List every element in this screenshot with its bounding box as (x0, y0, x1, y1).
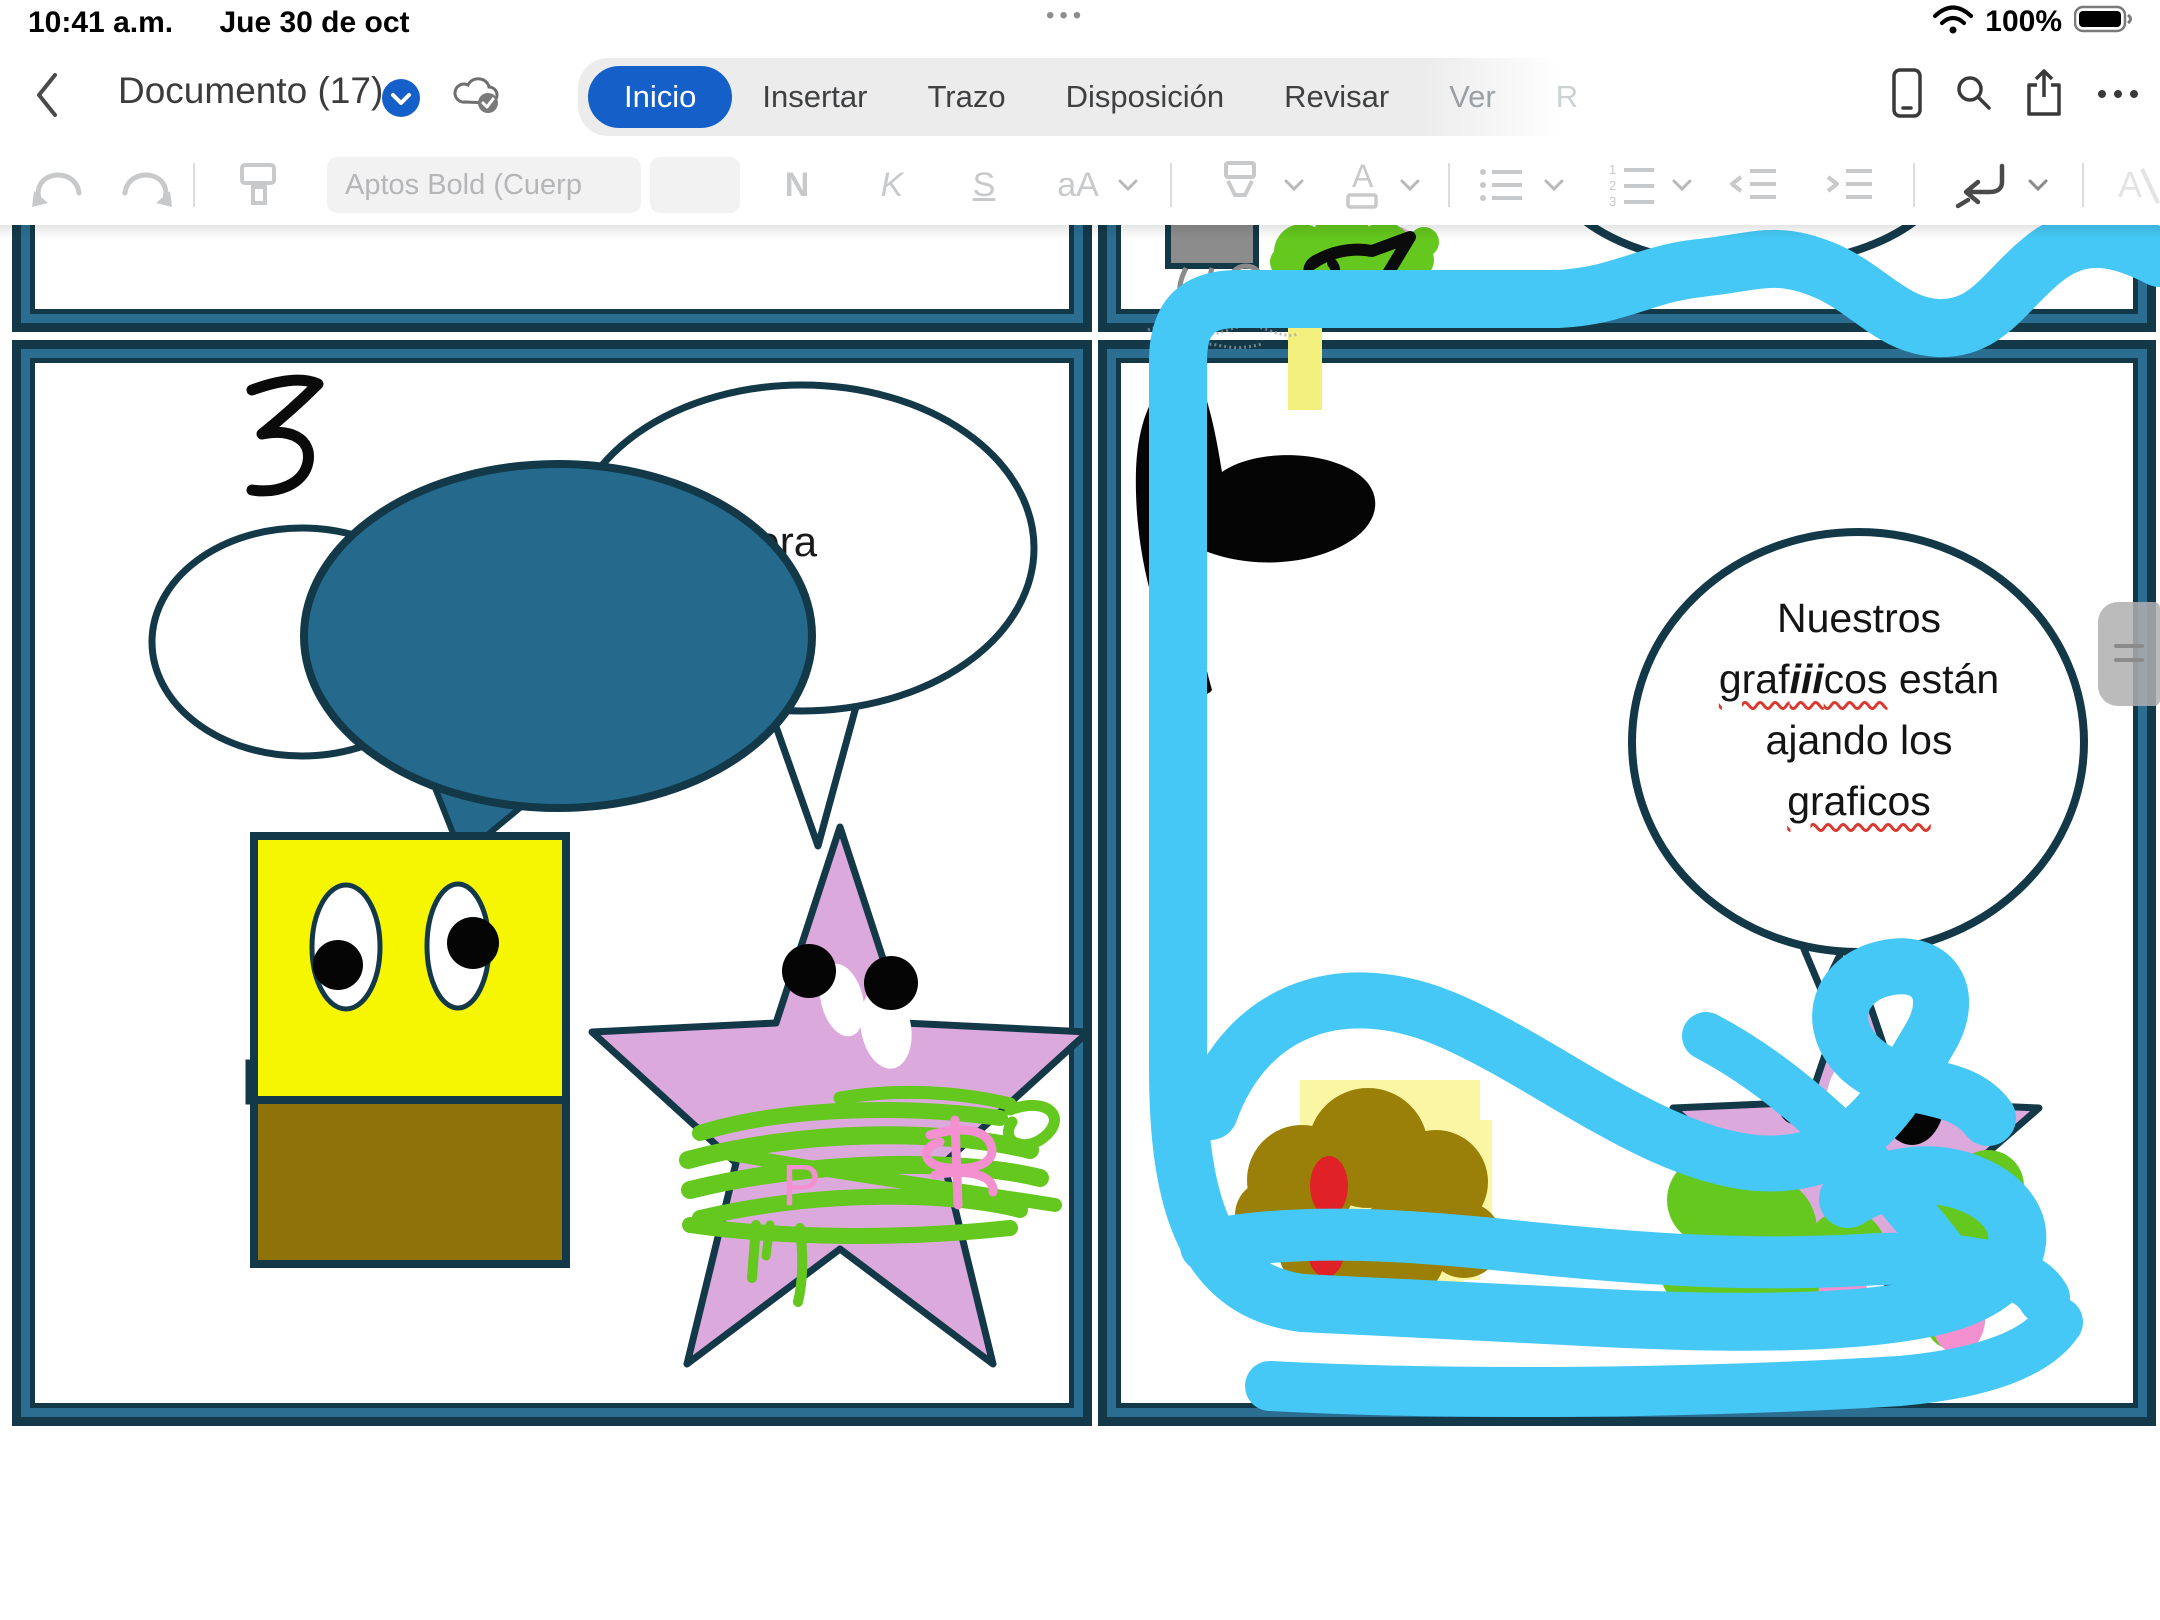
chevron-down-icon[interactable] (2028, 145, 2048, 225)
speech-bubble-text[interactable]: Nuestros grafiiicos están ajando los gra… (1660, 588, 2058, 832)
redo-icon[interactable] (120, 145, 176, 225)
scribble-letter-p: P (782, 1153, 821, 1218)
line-break-icon[interactable] (1952, 145, 2010, 225)
tab-revisar[interactable]: Revisar (1254, 79, 1419, 115)
chevron-down-icon[interactable] (1672, 145, 1692, 225)
bubble-line-4: graficos (1660, 771, 2058, 832)
chevron-down-icon[interactable] (1284, 145, 1304, 225)
svg-text:A: A (1352, 158, 1374, 194)
comic-drawing: nera (0, 225, 2160, 1620)
chevron-down-icon[interactable] (1544, 145, 1564, 225)
tab-trazo[interactable]: Trazo (897, 79, 1035, 115)
misspelled-word: graficos (1787, 778, 1931, 824)
font-name-field[interactable]: Aptos Bold (Cuerp (327, 157, 641, 213)
outdent-icon[interactable] (1728, 145, 1780, 225)
numbered-list-icon[interactable]: 123 (1608, 145, 1658, 225)
bubble-line-3: ajando los (1660, 710, 2058, 771)
clock: 10:41 a.m. (28, 6, 173, 39)
battery-icon (2074, 5, 2134, 38)
document-title[interactable]: Documento (17) (118, 70, 383, 112)
bullet-list-icon[interactable] (1478, 145, 1526, 225)
status-bar: 10:41 a.m. Jue 30 de oct ••• 100% (0, 0, 2160, 42)
highlight-color-icon[interactable] (1218, 145, 1262, 225)
bold-button[interactable]: N (775, 145, 819, 225)
svg-text:A: A (2118, 164, 2142, 205)
format-painter-icon[interactable] (236, 145, 282, 225)
indent-icon[interactable] (1824, 145, 1876, 225)
tab-insertar[interactable]: Insertar (732, 79, 897, 115)
wifi-icon (1933, 4, 1973, 39)
chevron-down-icon[interactable] (1400, 145, 1420, 225)
italic-button[interactable]: K (870, 145, 914, 225)
scroll-handle[interactable] (2098, 602, 2160, 706)
misspelled-word: grafiiicos (1719, 656, 1888, 702)
back-chevron-icon[interactable] (34, 72, 60, 123)
bubble-line-1: Nuestros (1660, 588, 2058, 649)
undo-icon[interactable] (28, 145, 84, 225)
font-size-field[interactable] (650, 157, 740, 213)
drawing-yellow-character[interactable] (248, 836, 566, 1264)
tab-disposicion[interactable]: Disposición (1036, 79, 1255, 115)
share-icon[interactable] (2026, 69, 2062, 122)
more-ellipsis-icon[interactable] (2096, 87, 2140, 105)
search-icon[interactable] (1956, 75, 1992, 116)
tab-ver[interactable]: Ver (1419, 79, 1526, 115)
divider (2082, 163, 2084, 207)
chevron-down-icon[interactable] (1118, 145, 1138, 225)
formatting-toolbar: Aptos Bold (Cuerp N K S aA A (0, 145, 2160, 225)
title-bar: Documento (17) Inicio Insertar Trazo Dis… (0, 42, 2160, 145)
multitask-dots-icon: ••• (1046, 2, 1086, 30)
tab-partial[interactable]: R (1526, 79, 1578, 115)
divider (193, 163, 195, 207)
bubble-line-2: grafiiicos están (1660, 649, 2058, 710)
word-ipad-app: 10:41 a.m. Jue 30 de oct ••• 100% Docume… (0, 0, 2160, 1620)
ribbon-tab-strip: Inicio Insertar Trazo Disposición Revisa… (578, 58, 1562, 136)
document-canvas[interactable]: nera (0, 225, 2160, 1620)
underline-button[interactable]: S (962, 145, 1006, 225)
font-color-button[interactable]: A (1338, 145, 1386, 225)
tab-inicio[interactable]: Inicio (588, 66, 732, 128)
date: Jue 30 de oct (219, 6, 409, 39)
cloud-saved-icon[interactable] (452, 72, 504, 121)
svg-text:2: 2 (1609, 178, 1616, 193)
divider (1448, 163, 1450, 207)
text-effects-icon[interactable]: A (2112, 145, 2160, 225)
title-dropdown-icon[interactable] (380, 77, 422, 124)
svg-text:3: 3 (1609, 194, 1616, 208)
mobile-view-icon[interactable] (1892, 68, 1922, 123)
panel-top-left (17, 225, 1088, 328)
svg-text:1: 1 (1609, 162, 1616, 177)
divider (1913, 163, 1915, 207)
battery-percent: 100% (1985, 5, 2062, 39)
divider (1170, 163, 1172, 207)
text-case-button[interactable]: aA (1048, 145, 1108, 225)
